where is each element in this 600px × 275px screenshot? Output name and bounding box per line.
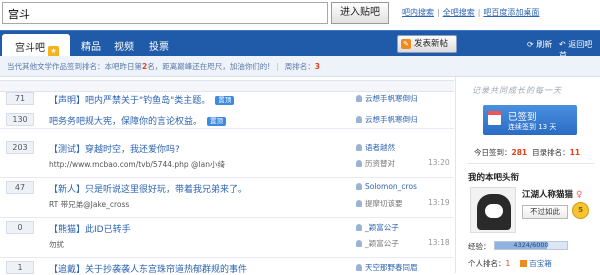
thread-title[interactable]: 【熊猫】此ID已转手	[49, 222, 131, 235]
last-reply-time: 13:18	[428, 238, 450, 247]
sign-streak: 连续签到 13 天	[508, 123, 557, 131]
last-reply-time: 13:20	[428, 158, 450, 167]
search-header: 宫斗 进入贴吧 吧内搜索 | 全吧搜索 | 吧百度添加桌面	[0, 0, 600, 28]
search-in-bar-link[interactable]: 吧内搜索	[402, 8, 434, 17]
reply-icon	[356, 240, 362, 247]
personal-rank: 个人排名：1 百宝箱	[468, 259, 552, 268]
column-divider	[455, 77, 456, 273]
thread-title[interactable]: 【声明】吧内严禁关于"钓鱼岛"类主题。 置顶	[49, 93, 235, 106]
reply-count: 0	[6, 221, 34, 234]
reply-count: 1	[6, 261, 34, 274]
last-reply-user[interactable]: _颖富公子	[356, 238, 399, 249]
thread-abstract: 勿扰	[49, 240, 64, 249]
last-reply-time: 13:19	[428, 198, 450, 207]
user-icon	[356, 183, 362, 190]
member-title-badge[interactable]: 不过如此	[522, 205, 568, 219]
exp-label: 经验：	[468, 242, 491, 251]
thread-author[interactable]: 语者越然	[356, 142, 395, 153]
back-icon: ↶	[559, 40, 566, 49]
reply-icon	[356, 200, 362, 207]
exp-text: 4324/6000	[513, 241, 549, 249]
refresh-link[interactable]: ⟳ 刷新	[527, 39, 552, 50]
sign-rank-notice: 当代其他文学作品签到排名：本吧昨日第2名，距离巅峰还在咫尺，加油你们的! | 周排名…	[0, 56, 600, 77]
pinned-badge: 置顶	[207, 117, 227, 126]
calendar-icon	[488, 111, 501, 125]
username[interactable]: 江湖人称猫猫 ♀	[522, 188, 582, 200]
thread-author[interactable]: Solomon_cros	[356, 182, 417, 191]
my-title-heading: 我的本吧头衔	[468, 173, 520, 183]
sign-stats: 今日签到：281 目录排名：11	[474, 148, 581, 157]
exp-progress-bar: 4324/6000	[494, 241, 568, 250]
thread-row[interactable]: 47 【新人】只是听说这里很好玩，带着我兄弟来了。 RT 带兄弟@Jake_cr…	[0, 175, 454, 218]
add-desktop-link[interactable]: 吧百度添加桌面	[483, 8, 539, 17]
thread-title[interactable]: 【测试】穿越时空，我还爱你吗?	[49, 142, 180, 155]
thread-row[interactable]: 130 吧务务吧规大宪，保障你的言论权益。 置顶 云想手帆寒倒归	[0, 107, 454, 129]
thread-author[interactable]: 云想手帆寒倒归	[356, 93, 418, 104]
thread-author[interactable]: _颖富公子	[356, 222, 399, 233]
pen-icon: ✎	[401, 39, 411, 49]
thread-row[interactable]: 203 【测试】穿越时空，我还爱你吗? http://www.mcbao.com…	[0, 135, 454, 178]
enter-bar-button[interactable]: 进入贴吧	[331, 2, 389, 24]
level-icon: 5	[572, 202, 589, 219]
reply-count: 203	[6, 141, 34, 154]
gender-icon: ♀	[575, 190, 583, 200]
bar-nav: 宫斗吧★ 精品 视频 投票 ✎发表新帖 ⟳ 刷新 ↶ 返回吧首	[0, 30, 600, 60]
pinned-badge: 置顶	[215, 96, 235, 105]
user-icon	[356, 116, 362, 123]
tab-video[interactable]: 视频	[114, 38, 134, 53]
thread-title[interactable]: 【新人】只是听说这里很好玩，带着我兄弟来了。	[49, 182, 247, 195]
thread-row[interactable]: 1 【追戴】关于抄袭袭人东宫珠帘道热郁群规的事件 天空那野春同眉	[0, 255, 454, 275]
user-icon	[356, 144, 362, 151]
tab-vote[interactable]: 投票	[149, 38, 169, 53]
tab-featured[interactable]: 精品	[81, 38, 101, 53]
reply-icon	[356, 160, 362, 167]
signed-label: 已签到	[508, 112, 537, 123]
sign-heading: 记录共同成长的每一天	[472, 86, 562, 95]
user-icon	[356, 224, 362, 231]
thread-author[interactable]: 天空那野春同眉	[356, 262, 418, 273]
avatar[interactable]	[470, 187, 516, 233]
user-icon	[356, 264, 362, 271]
thread-abstract: RT 带兄弟@Jake_cross	[49, 200, 130, 209]
sign-in-button[interactable]: 已签到 连续签到 13 天	[483, 105, 577, 135]
new-post-button[interactable]: ✎ 发表新帖	[397, 35, 457, 53]
user-icon	[356, 95, 362, 102]
thread-title[interactable]: 【追戴】关于抄袭袭人东宫珠帘道热郁群规的事件	[49, 262, 247, 275]
last-reply-user[interactable]: 历资替对	[356, 158, 395, 169]
tab-home[interactable]: 宫斗吧 ★	[2, 34, 70, 57]
divider	[468, 163, 594, 164]
reply-count: 47	[6, 181, 34, 194]
thread-abstract: http://www.mcbao.com/tvb/5744.php @lan小绮	[49, 160, 225, 169]
thread-author[interactable]: 云想手帆寒倒归	[356, 114, 418, 125]
thread-row[interactable]: 0 【熊猫】此ID已转手 勿扰 _颖富公子 _颖富公子 13:18	[0, 215, 454, 258]
refresh-icon: ⟳	[527, 40, 534, 49]
treasure-box-link[interactable]: 百宝箱	[529, 259, 552, 268]
sidebar: 记录共同成长的每一天 已签到 连续签到 13 天 今日签到：281 目录排名：11…	[458, 77, 600, 273]
thread-title[interactable]: 吧务务吧规大宪，保障你的言论权益。 置顶	[49, 114, 227, 127]
reply-count: 130	[6, 113, 34, 126]
treasure-box-icon	[520, 260, 528, 267]
search-all-link[interactable]: 全吧搜索	[443, 8, 475, 17]
last-reply-user[interactable]: 提摩切该要	[356, 198, 403, 209]
top-links: 吧内搜索 | 全吧搜索 | 吧百度添加桌面	[402, 8, 540, 17]
reply-count: 71	[6, 92, 34, 105]
search-input[interactable]: 宫斗	[2, 2, 328, 24]
